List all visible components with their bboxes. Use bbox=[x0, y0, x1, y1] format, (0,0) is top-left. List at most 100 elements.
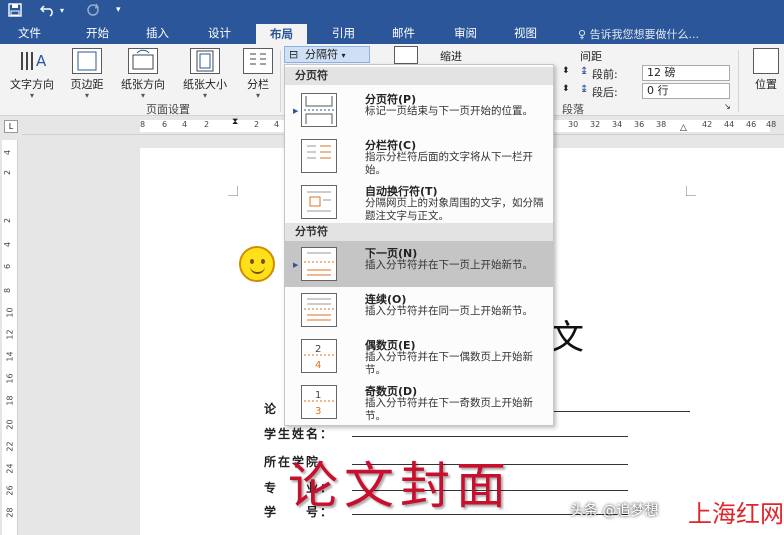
svg-text:4: 4 bbox=[315, 360, 321, 371]
breaks-icon: ⊟ bbox=[289, 48, 299, 61]
text-direction-icon: A bbox=[17, 48, 47, 74]
page-setup-group-label: 页面设置 bbox=[146, 103, 190, 116]
continuous-section-icon bbox=[301, 293, 337, 327]
corner-mark-top-right bbox=[686, 186, 696, 196]
indent-label: 缩进 bbox=[440, 50, 462, 63]
tab-mailings[interactable]: 邮件 bbox=[392, 25, 415, 41]
group-divider bbox=[738, 50, 739, 112]
arrow-marker-icon: ▶ bbox=[293, 107, 299, 115]
chevron-down-icon: ▾ bbox=[84, 91, 89, 100]
next-page-section-icon bbox=[301, 247, 337, 281]
tab-layout[interactable]: 布局 bbox=[256, 24, 307, 44]
breaks-label: 分隔符 bbox=[305, 48, 338, 61]
columns-icon bbox=[243, 48, 273, 74]
chevron-down-icon: ▾ bbox=[29, 91, 34, 100]
menu-item-text-wrapping-break[interactable]: 自动换行符(T) 分隔网页上的对象周围的文字，如分隔题注文字与正文。 bbox=[285, 179, 553, 225]
text-direction-button[interactable]: A 文字方向 ▾ bbox=[4, 48, 60, 100]
margins-button[interactable]: 页边距 ▾ bbox=[64, 48, 110, 100]
customize-qat-icon[interactable]: ▾ bbox=[116, 5, 121, 15]
vertical-ruler: 4 2 2 4 6 8 10 12 14 16 18 20 22 24 26 2… bbox=[2, 140, 18, 535]
tab-view[interactable]: 视图 bbox=[514, 25, 537, 41]
columns-button[interactable]: 分栏 ▾ bbox=[240, 48, 276, 100]
cover-title-overlay: 论文封面 bbox=[288, 457, 512, 515]
spacing-after-input[interactable]: 0 行 bbox=[642, 83, 730, 99]
group-divider bbox=[280, 50, 281, 112]
orientation-button[interactable]: 纸张方向 ▾ bbox=[114, 48, 172, 100]
menu-item-even-page[interactable]: 24 偶数页(E) 插入分节符并在下一偶数页上开始新节。 bbox=[285, 333, 553, 379]
paragraph-group-label: 段落 bbox=[562, 103, 584, 116]
watermark-text: 头条 @追梦想 bbox=[570, 503, 659, 519]
breaks-menu: 分页符 ▶ 分页符(P) 标记一页结束与下一页开始的位置。 分栏符(C) 指示分… bbox=[284, 64, 554, 426]
orientation-label: 纸张方向 bbox=[121, 78, 165, 91]
menu-item-column-break[interactable]: 分栏符(C) 指示分栏符后面的文字将从下一栏开始。 bbox=[285, 133, 553, 179]
right-indent-marker-icon[interactable]: △ bbox=[680, 123, 687, 133]
field-underline bbox=[552, 411, 690, 412]
tab-references[interactable]: 引用 bbox=[332, 25, 355, 41]
chevron-down-icon: ▾ bbox=[255, 91, 260, 100]
menu-item-odd-page[interactable]: 13 奇数页(D) 插入分节符并在下一奇数页上开始新节。 bbox=[285, 379, 553, 425]
menu-item-page-break[interactable]: ▶ 分页符(P) 标记一页结束与下一页开始的位置。 bbox=[285, 87, 553, 133]
svg-text:A: A bbox=[36, 52, 47, 70]
spacing-before-icon: ↨ bbox=[580, 66, 589, 77]
menu-item-continuous[interactable]: 连续(O) 插入分节符并在同一页上开始新节。 bbox=[285, 287, 553, 333]
chevron-down-icon: ▾ bbox=[140, 91, 145, 100]
tell-me-box[interactable]: ♀ 告诉我您想要做什么... bbox=[578, 26, 699, 42]
tab-insert[interactable]: 插入 bbox=[146, 25, 169, 41]
tab-review[interactable]: 审阅 bbox=[454, 25, 477, 41]
chevron-down-icon: ▾ bbox=[341, 51, 346, 60]
chevron-down-icon: ▾ bbox=[202, 91, 207, 100]
after-label: 段后: bbox=[592, 86, 618, 99]
tab-selector[interactable]: L bbox=[4, 120, 18, 133]
title-char: 文 bbox=[550, 318, 584, 358]
page-break-icon bbox=[301, 93, 337, 127]
dialog-launcher-icon[interactable]: ↘ bbox=[724, 102, 731, 111]
text-direction-label: 文字方向 bbox=[10, 78, 54, 91]
undo-dropdown-icon[interactable]: ▾ bbox=[60, 6, 64, 15]
field-label-thesis: 论 bbox=[264, 402, 279, 416]
smiley-icon[interactable] bbox=[239, 246, 275, 282]
position-label: 位置 bbox=[755, 78, 777, 91]
tell-me-text: 告诉我您想要做什么... bbox=[589, 28, 700, 41]
size-button[interactable]: 纸张大小 ▾ bbox=[176, 48, 234, 100]
size-label: 纸张大小 bbox=[183, 78, 227, 91]
menu-item-next-page[interactable]: ▶ 下一页(N) 插入分节符并在下一页上开始新节。 bbox=[285, 241, 553, 287]
menu-section-page-breaks: 分页符 bbox=[285, 67, 553, 85]
tab-design[interactable]: 设计 bbox=[208, 25, 231, 41]
margins-label: 页边距 bbox=[70, 78, 104, 91]
save-icon[interactable] bbox=[8, 3, 22, 20]
undo-icon[interactable] bbox=[39, 3, 56, 20]
margins-icon bbox=[72, 48, 102, 74]
orientation-icon bbox=[128, 48, 158, 74]
indent-marker-icon[interactable]: ⧗ bbox=[232, 117, 238, 127]
svg-text:1: 1 bbox=[315, 390, 321, 401]
text-wrapping-break-icon bbox=[301, 185, 337, 219]
columns-label: 分栏 bbox=[247, 78, 269, 91]
spacing-label: 间距 bbox=[580, 50, 602, 63]
svg-text:3: 3 bbox=[315, 406, 321, 417]
odd-page-section-icon: 13 bbox=[301, 385, 337, 419]
svg-text:2: 2 bbox=[315, 344, 321, 355]
field-label-student-name: 学生姓名： bbox=[264, 427, 335, 441]
lightbulb-icon: ♀ bbox=[578, 28, 587, 41]
position-button[interactable]: 位置 bbox=[748, 48, 784, 92]
column-break-icon bbox=[301, 139, 337, 173]
title-bar: ▾ ▾ bbox=[0, 0, 784, 22]
tab-home[interactable]: 开始 bbox=[86, 25, 109, 41]
spacing-before-input[interactable]: 12 磅 bbox=[642, 65, 730, 81]
field-underline bbox=[352, 436, 628, 437]
spinner-icon[interactable]: ⬍ bbox=[562, 66, 570, 76]
even-page-section-icon: 24 bbox=[301, 339, 337, 373]
spacing-after-icon: ↨ bbox=[580, 84, 589, 95]
breaks-button[interactable]: ⊟ 分隔符 ▾ bbox=[284, 46, 370, 63]
line-numbers-icon[interactable] bbox=[388, 46, 424, 66]
menu-section-section-breaks: 分节符 bbox=[285, 223, 553, 241]
ribbon-tabs: 文件 开始 插入 设计 布局 引用 邮件 审阅 视图 ♀ 告诉我您想要做什么..… bbox=[0, 22, 784, 44]
arrow-marker-icon: ▶ bbox=[293, 261, 299, 269]
redo-icon[interactable] bbox=[86, 3, 100, 20]
spinner-icon[interactable]: ⬍ bbox=[562, 84, 570, 94]
corner-mark-top-left bbox=[228, 186, 238, 196]
before-label: 段前: bbox=[592, 68, 618, 81]
watermark-logo: 上海红网 bbox=[688, 500, 784, 528]
page-size-icon bbox=[190, 48, 220, 74]
tab-file[interactable]: 文件 bbox=[18, 25, 41, 41]
